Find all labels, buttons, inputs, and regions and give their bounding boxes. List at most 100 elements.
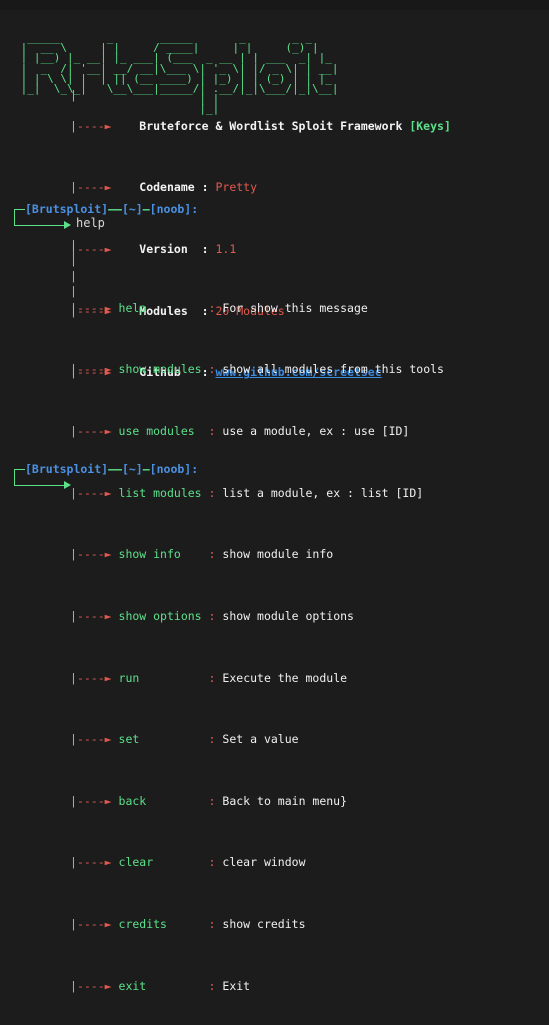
info-codename-colon: : (201, 180, 209, 195)
help-dash-icon: ---- (76, 608, 105, 623)
info-version-colon: : (201, 242, 209, 257)
help-pipe-icon: | (70, 732, 77, 747)
help-command-use-modules[interactable]: use modules (119, 424, 195, 438)
help-pipe-icon: | (70, 362, 77, 377)
prompt-dash-2: — (142, 202, 150, 216)
prompt-bottom-arrow-icon (64, 481, 71, 489)
info-codename-label: Codename (139, 180, 195, 195)
help-arrow-icon: ► (104, 547, 112, 562)
prompt-user-label: [noob]: (149, 202, 199, 216)
info-dash-icon: ---- (76, 180, 105, 195)
help-command-run[interactable]: run (119, 671, 140, 685)
help-pipe-icon: | (70, 855, 77, 870)
help-pipe-icon: | (70, 670, 77, 685)
help-dash-icon: ---- (76, 424, 105, 439)
title-bar-strip (0, 0, 549, 10)
help-command-clear[interactable]: clear (119, 855, 154, 869)
info-arrow-icon: ► (104, 242, 112, 257)
help-row[interactable]: |----► run : Execute the module (70, 671, 444, 686)
help-desc-show-info: show module info (222, 547, 334, 562)
info-title-label: Bruteforce & Wordlist Sploit Framework (139, 118, 403, 133)
help-command-show-modules[interactable]: show modules (119, 362, 202, 376)
help-row[interactable]: |----► credits : show credits (70, 917, 444, 932)
help-desc-clear: clear window (222, 855, 306, 870)
help-command-show-options[interactable]: show options (119, 609, 202, 623)
help-dash-icon: ---- (76, 978, 105, 993)
help-desc-back: Back to main menu} (222, 793, 348, 808)
help-arrow-icon: ► (104, 732, 112, 747)
help-row[interactable]: |----► show info : show module info (70, 547, 444, 562)
prompt-dash-2: — (142, 462, 150, 476)
help-command-list-modules[interactable]: list modules (119, 486, 202, 500)
help-colon: : (208, 917, 216, 932)
help-pipe-icon: | (70, 917, 77, 932)
help-row[interactable]: |----► show modules : show all modules f… (70, 362, 444, 377)
info-pipe-icon: | (70, 118, 77, 133)
help-dash-icon: ---- (76, 547, 105, 562)
help-command-exit[interactable]: exit (119, 979, 147, 993)
prompt-dash-1: —— (108, 462, 122, 476)
help-row[interactable]: |----► help : For show this message (70, 301, 444, 316)
prompt-user-label: [noob]: (149, 462, 199, 476)
help-desc-exit: Exit (222, 978, 251, 993)
prompt-top[interactable]: [Brutsploit]——[~]—[noob]: help (14, 198, 198, 331)
help-row[interactable]: |----► clear : clear window (70, 855, 444, 870)
info-dash-icon: ---- (76, 118, 105, 133)
prompt-bottom[interactable]: [Brutsploit]——[~]—[noob]: (14, 458, 198, 591)
help-arrow-icon: ► (104, 485, 112, 500)
help-row[interactable]: |----► use modules : use a module, ex : … (70, 424, 444, 439)
info-keys-badge: [Keys] (409, 118, 451, 133)
help-desc-show-options: show module options (222, 608, 354, 623)
terminal-screen[interactable]: _____ _ _____ _ _ _ | __ \ | | / ____| |… (0, 10, 549, 993)
help-row[interactable]: |----► set : Set a value (70, 732, 444, 747)
help-row[interactable]: |----► list modules : list a module, ex … (70, 486, 444, 501)
help-arrow-icon: ► (104, 978, 112, 993)
help-desc-run: Execute the module (222, 670, 348, 685)
help-dash-icon: ---- (76, 855, 105, 870)
help-colon: : (208, 732, 216, 747)
help-arrow-icon: ► (104, 362, 112, 377)
info-version-value: 1.1 (215, 242, 237, 257)
help-arrow-icon: ► (104, 608, 112, 623)
help-arrow-icon: ► (104, 300, 112, 315)
help-pipe-icon: | (70, 424, 77, 439)
help-command-back[interactable]: back (119, 794, 147, 808)
help-command-set[interactable]: set (119, 732, 140, 746)
prompt-path-label: [~] (121, 462, 143, 476)
help-pipe-icon: | (70, 300, 77, 315)
terminal-window[interactable]: _____ _ _____ _ _ _ | __ \ | | / ____| |… (0, 0, 549, 993)
command-input-top[interactable]: help (76, 216, 105, 230)
help-arrow-icon: ► (104, 917, 112, 932)
help-pipe-icon: | (70, 978, 77, 993)
prompt-top-connector (14, 209, 65, 226)
help-command-credits[interactable]: credits (119, 917, 167, 931)
help-dash-icon: ---- (76, 917, 105, 932)
help-command-show-info[interactable]: show info (119, 547, 181, 561)
help-dash-icon: ---- (76, 732, 105, 747)
help-arrow-icon: ► (104, 793, 112, 808)
help-command-help[interactable]: help (119, 301, 147, 315)
info-version-label: Version (139, 242, 188, 257)
help-dash-icon: ---- (76, 793, 105, 808)
info-row-version: |----► Version : 1.1 (70, 242, 451, 257)
prompt-dash-1: —— (108, 202, 122, 216)
help-colon: : (208, 670, 216, 685)
help-row[interactable]: |----► show options : show module option… (70, 609, 444, 624)
help-desc-credits: show credits (222, 917, 306, 932)
help-dash-icon: ---- (76, 670, 105, 685)
help-colon: : (208, 793, 216, 808)
help-desc-use-modules: use a module, ex : use [ID] (222, 424, 410, 439)
help-row[interactable]: |----► back : Back to main menu} (70, 794, 444, 809)
info-dash-icon: ---- (76, 242, 105, 257)
prompt-bottom-connector (14, 469, 65, 486)
help-desc-help: For show this message (222, 300, 368, 315)
help-desc-show-modules: show all modules from this tools (222, 362, 444, 377)
help-arrow-icon: ► (104, 855, 112, 870)
help-row[interactable]: |----► exit : Exit (70, 979, 444, 994)
help-pipe-icon: | (70, 608, 77, 623)
prompt-top-arrow-icon (64, 221, 71, 229)
help-dash-icon: ---- (76, 485, 105, 500)
info-codename-value: Pretty (215, 180, 258, 195)
help-colon: : (208, 978, 216, 993)
info-row-codename: |----► Codename : Pretty (70, 180, 451, 195)
